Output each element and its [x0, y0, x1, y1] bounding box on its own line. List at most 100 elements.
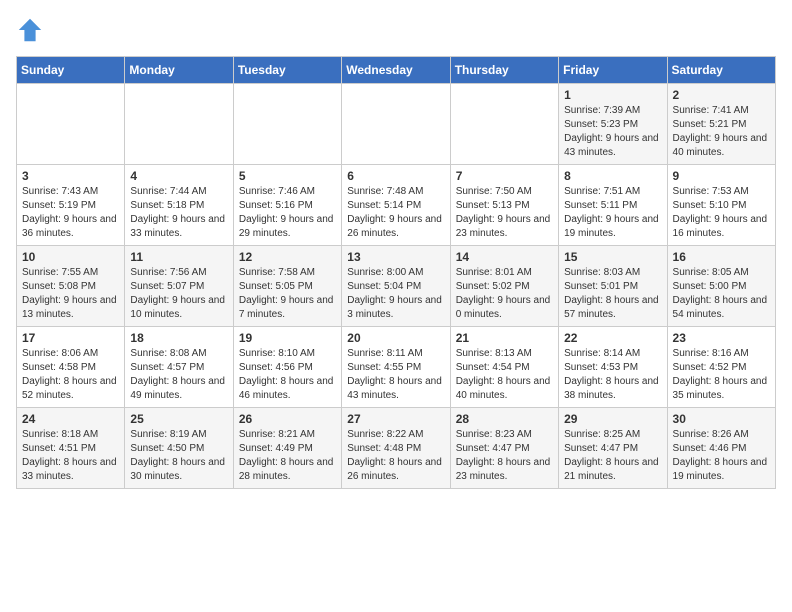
day-info: Sunrise: 7:56 AMSunset: 5:07 PMDaylight:… — [130, 266, 227, 322]
day-info: Sunrise: 8:03 AMSunset: 5:01 PMDaylight:… — [564, 266, 661, 322]
day-info: Sunrise: 8:21 AMSunset: 4:49 PMDaylight:… — [239, 428, 336, 484]
day-number: 24 — [22, 412, 119, 426]
day-number: 21 — [456, 331, 553, 345]
day-number: 3 — [22, 169, 119, 183]
header — [16, 16, 776, 44]
day-info: Sunrise: 8:11 AMSunset: 4:55 PMDaylight:… — [347, 347, 444, 403]
calendar-cell: 25 Sunrise: 8:19 AMSunset: 4:50 PMDayligh… — [125, 408, 233, 489]
day-info: Sunrise: 7:50 AMSunset: 5:13 PMDaylight:… — [456, 185, 553, 241]
calendar-cell: 17 Sunrise: 8:06 AMSunset: 4:58 PMDayligh… — [17, 327, 125, 408]
day-info: Sunrise: 8:19 AMSunset: 4:50 PMDaylight:… — [130, 428, 227, 484]
day-number: 17 — [22, 331, 119, 345]
calendar-cell: 20 Sunrise: 8:11 AMSunset: 4:55 PMDayligh… — [342, 327, 450, 408]
calendar-cell: 29 Sunrise: 8:25 AMSunset: 4:47 PMDayligh… — [559, 408, 667, 489]
day-number: 1 — [564, 88, 661, 102]
day-info: Sunrise: 7:46 AMSunset: 5:16 PMDaylight:… — [239, 185, 336, 241]
calendar-week-3: 10 Sunrise: 7:55 AMSunset: 5:08 PMDayligh… — [17, 246, 776, 327]
calendar-cell — [233, 84, 341, 165]
calendar-cell: 24Sunrise: 8:18 AMSunset: 4:51 PMDayligh… — [17, 408, 125, 489]
day-info: Sunrise: 7:44 AMSunset: 5:18 PMDaylight:… — [130, 185, 227, 241]
day-number: 9 — [673, 169, 770, 183]
calendar-cell — [342, 84, 450, 165]
calendar-cell: 28 Sunrise: 8:23 AMSunset: 4:47 PMDayligh… — [450, 408, 558, 489]
day-header-friday: Friday — [559, 57, 667, 84]
calendar-cell: 12 Sunrise: 7:58 AMSunset: 5:05 PMDayligh… — [233, 246, 341, 327]
day-info: Sunrise: 8:10 AMSunset: 4:56 PMDaylight:… — [239, 347, 336, 403]
calendar-cell — [17, 84, 125, 165]
day-number: 25 — [130, 412, 227, 426]
calendar-cell: 1 Sunrise: 7:39 AMSunset: 5:23 PMDaylight… — [559, 84, 667, 165]
day-number: 4 — [130, 169, 227, 183]
calendar-cell: 7 Sunrise: 7:50 AMSunset: 5:13 PMDaylight… — [450, 165, 558, 246]
calendar-cell: 15 Sunrise: 8:03 AMSunset: 5:01 PMDayligh… — [559, 246, 667, 327]
calendar-cell: 2 Sunrise: 7:41 AMSunset: 5:21 PMDaylight… — [667, 84, 775, 165]
day-info: Sunrise: 7:51 AMSunset: 5:11 PMDaylight:… — [564, 185, 661, 241]
calendar-cell: 5Sunrise: 7:46 AMSunset: 5:16 PMDaylight… — [233, 165, 341, 246]
day-number: 7 — [456, 169, 553, 183]
calendar-cell: 26 Sunrise: 8:21 AMSunset: 4:49 PMDayligh… — [233, 408, 341, 489]
day-header-wednesday: Wednesday — [342, 57, 450, 84]
calendar-table: SundayMondayTuesdayWednesdayThursdayFrid… — [16, 56, 776, 489]
calendar-cell — [450, 84, 558, 165]
day-number: 12 — [239, 250, 336, 264]
day-info: Sunrise: 7:53 AMSunset: 5:10 PMDaylight:… — [673, 185, 770, 241]
day-number: 23 — [673, 331, 770, 345]
day-info: Sunrise: 8:01 AMSunset: 5:02 PMDaylight:… — [456, 266, 553, 322]
day-number: 13 — [347, 250, 444, 264]
calendar-week-4: 17 Sunrise: 8:06 AMSunset: 4:58 PMDayligh… — [17, 327, 776, 408]
day-number: 2 — [673, 88, 770, 102]
day-number: 15 — [564, 250, 661, 264]
day-info: Sunrise: 8:06 AMSunset: 4:58 PMDaylight:… — [22, 347, 119, 403]
day-info: Sunrise: 8:14 AMSunset: 4:53 PMDaylight:… — [564, 347, 661, 403]
calendar-cell: 14 Sunrise: 8:01 AMSunset: 5:02 PMDayligh… — [450, 246, 558, 327]
calendar-cell: 30 Sunrise: 8:26 AMSunset: 4:46 PMDayligh… — [667, 408, 775, 489]
day-info: Sunrise: 8:23 AMSunset: 4:47 PMDaylight:… — [456, 428, 553, 484]
day-number: 18 — [130, 331, 227, 345]
day-header-thursday: Thursday — [450, 57, 558, 84]
day-number: 10 — [22, 250, 119, 264]
calendar-week-1: 1 Sunrise: 7:39 AMSunset: 5:23 PMDaylight… — [17, 84, 776, 165]
calendar-cell: 11 Sunrise: 7:56 AMSunset: 5:07 PMDayligh… — [125, 246, 233, 327]
day-info: Sunrise: 7:58 AMSunset: 5:05 PMDaylight:… — [239, 266, 336, 322]
day-number: 8 — [564, 169, 661, 183]
calendar-week-2: 3 Sunrise: 7:43 AMSunset: 5:19 PMDaylight… — [17, 165, 776, 246]
day-number: 6 — [347, 169, 444, 183]
day-number: 20 — [347, 331, 444, 345]
day-info: Sunrise: 8:25 AMSunset: 4:47 PMDaylight:… — [564, 428, 661, 484]
calendar-cell: 9 Sunrise: 7:53 AMSunset: 5:10 PMDaylight… — [667, 165, 775, 246]
day-info: Sunrise: 8:00 AMSunset: 5:04 PMDaylight:… — [347, 266, 444, 322]
day-header-sunday: Sunday — [17, 57, 125, 84]
logo-icon — [16, 16, 44, 44]
calendar-week-5: 24Sunrise: 8:18 AMSunset: 4:51 PMDayligh… — [17, 408, 776, 489]
day-info: Sunrise: 7:39 AMSunset: 5:23 PMDaylight:… — [564, 104, 661, 160]
day-info: Sunrise: 7:43 AMSunset: 5:19 PMDaylight:… — [22, 185, 119, 241]
day-number: 11 — [130, 250, 227, 264]
calendar-cell: 13 Sunrise: 8:00 AMSunset: 5:04 PMDayligh… — [342, 246, 450, 327]
calendar-cell: 4 Sunrise: 7:44 AMSunset: 5:18 PMDaylight… — [125, 165, 233, 246]
day-number: 30 — [673, 412, 770, 426]
calendar-cell: 18 Sunrise: 8:08 AMSunset: 4:57 PMDayligh… — [125, 327, 233, 408]
day-header-saturday: Saturday — [667, 57, 775, 84]
day-info: Sunrise: 8:22 AMSunset: 4:48 PMDaylight:… — [347, 428, 444, 484]
calendar-cell: 16Sunrise: 8:05 AMSunset: 5:00 PMDayligh… — [667, 246, 775, 327]
calendar-cell: 21Sunrise: 8:13 AMSunset: 4:54 PMDayligh… — [450, 327, 558, 408]
header-row: SundayMondayTuesdayWednesdayThursdayFrid… — [17, 57, 776, 84]
day-number: 19 — [239, 331, 336, 345]
calendar-cell: 19 Sunrise: 8:10 AMSunset: 4:56 PMDayligh… — [233, 327, 341, 408]
day-number: 27 — [347, 412, 444, 426]
day-header-tuesday: Tuesday — [233, 57, 341, 84]
day-info: Sunrise: 8:16 AMSunset: 4:52 PMDaylight:… — [673, 347, 770, 403]
day-number: 16 — [673, 250, 770, 264]
day-info: Sunrise: 7:55 AMSunset: 5:08 PMDaylight:… — [22, 266, 119, 322]
calendar-cell — [125, 84, 233, 165]
day-header-monday: Monday — [125, 57, 233, 84]
calendar-cell: 6Sunrise: 7:48 AMSunset: 5:14 PMDaylight… — [342, 165, 450, 246]
day-number: 26 — [239, 412, 336, 426]
day-info: Sunrise: 7:41 AMSunset: 5:21 PMDaylight:… — [673, 104, 770, 160]
day-number: 14 — [456, 250, 553, 264]
day-info: Sunrise: 8:26 AMSunset: 4:46 PMDaylight:… — [673, 428, 770, 484]
day-number: 28 — [456, 412, 553, 426]
day-info: Sunrise: 8:08 AMSunset: 4:57 PMDaylight:… — [130, 347, 227, 403]
day-number: 29 — [564, 412, 661, 426]
calendar-cell: 10 Sunrise: 7:55 AMSunset: 5:08 PMDayligh… — [17, 246, 125, 327]
